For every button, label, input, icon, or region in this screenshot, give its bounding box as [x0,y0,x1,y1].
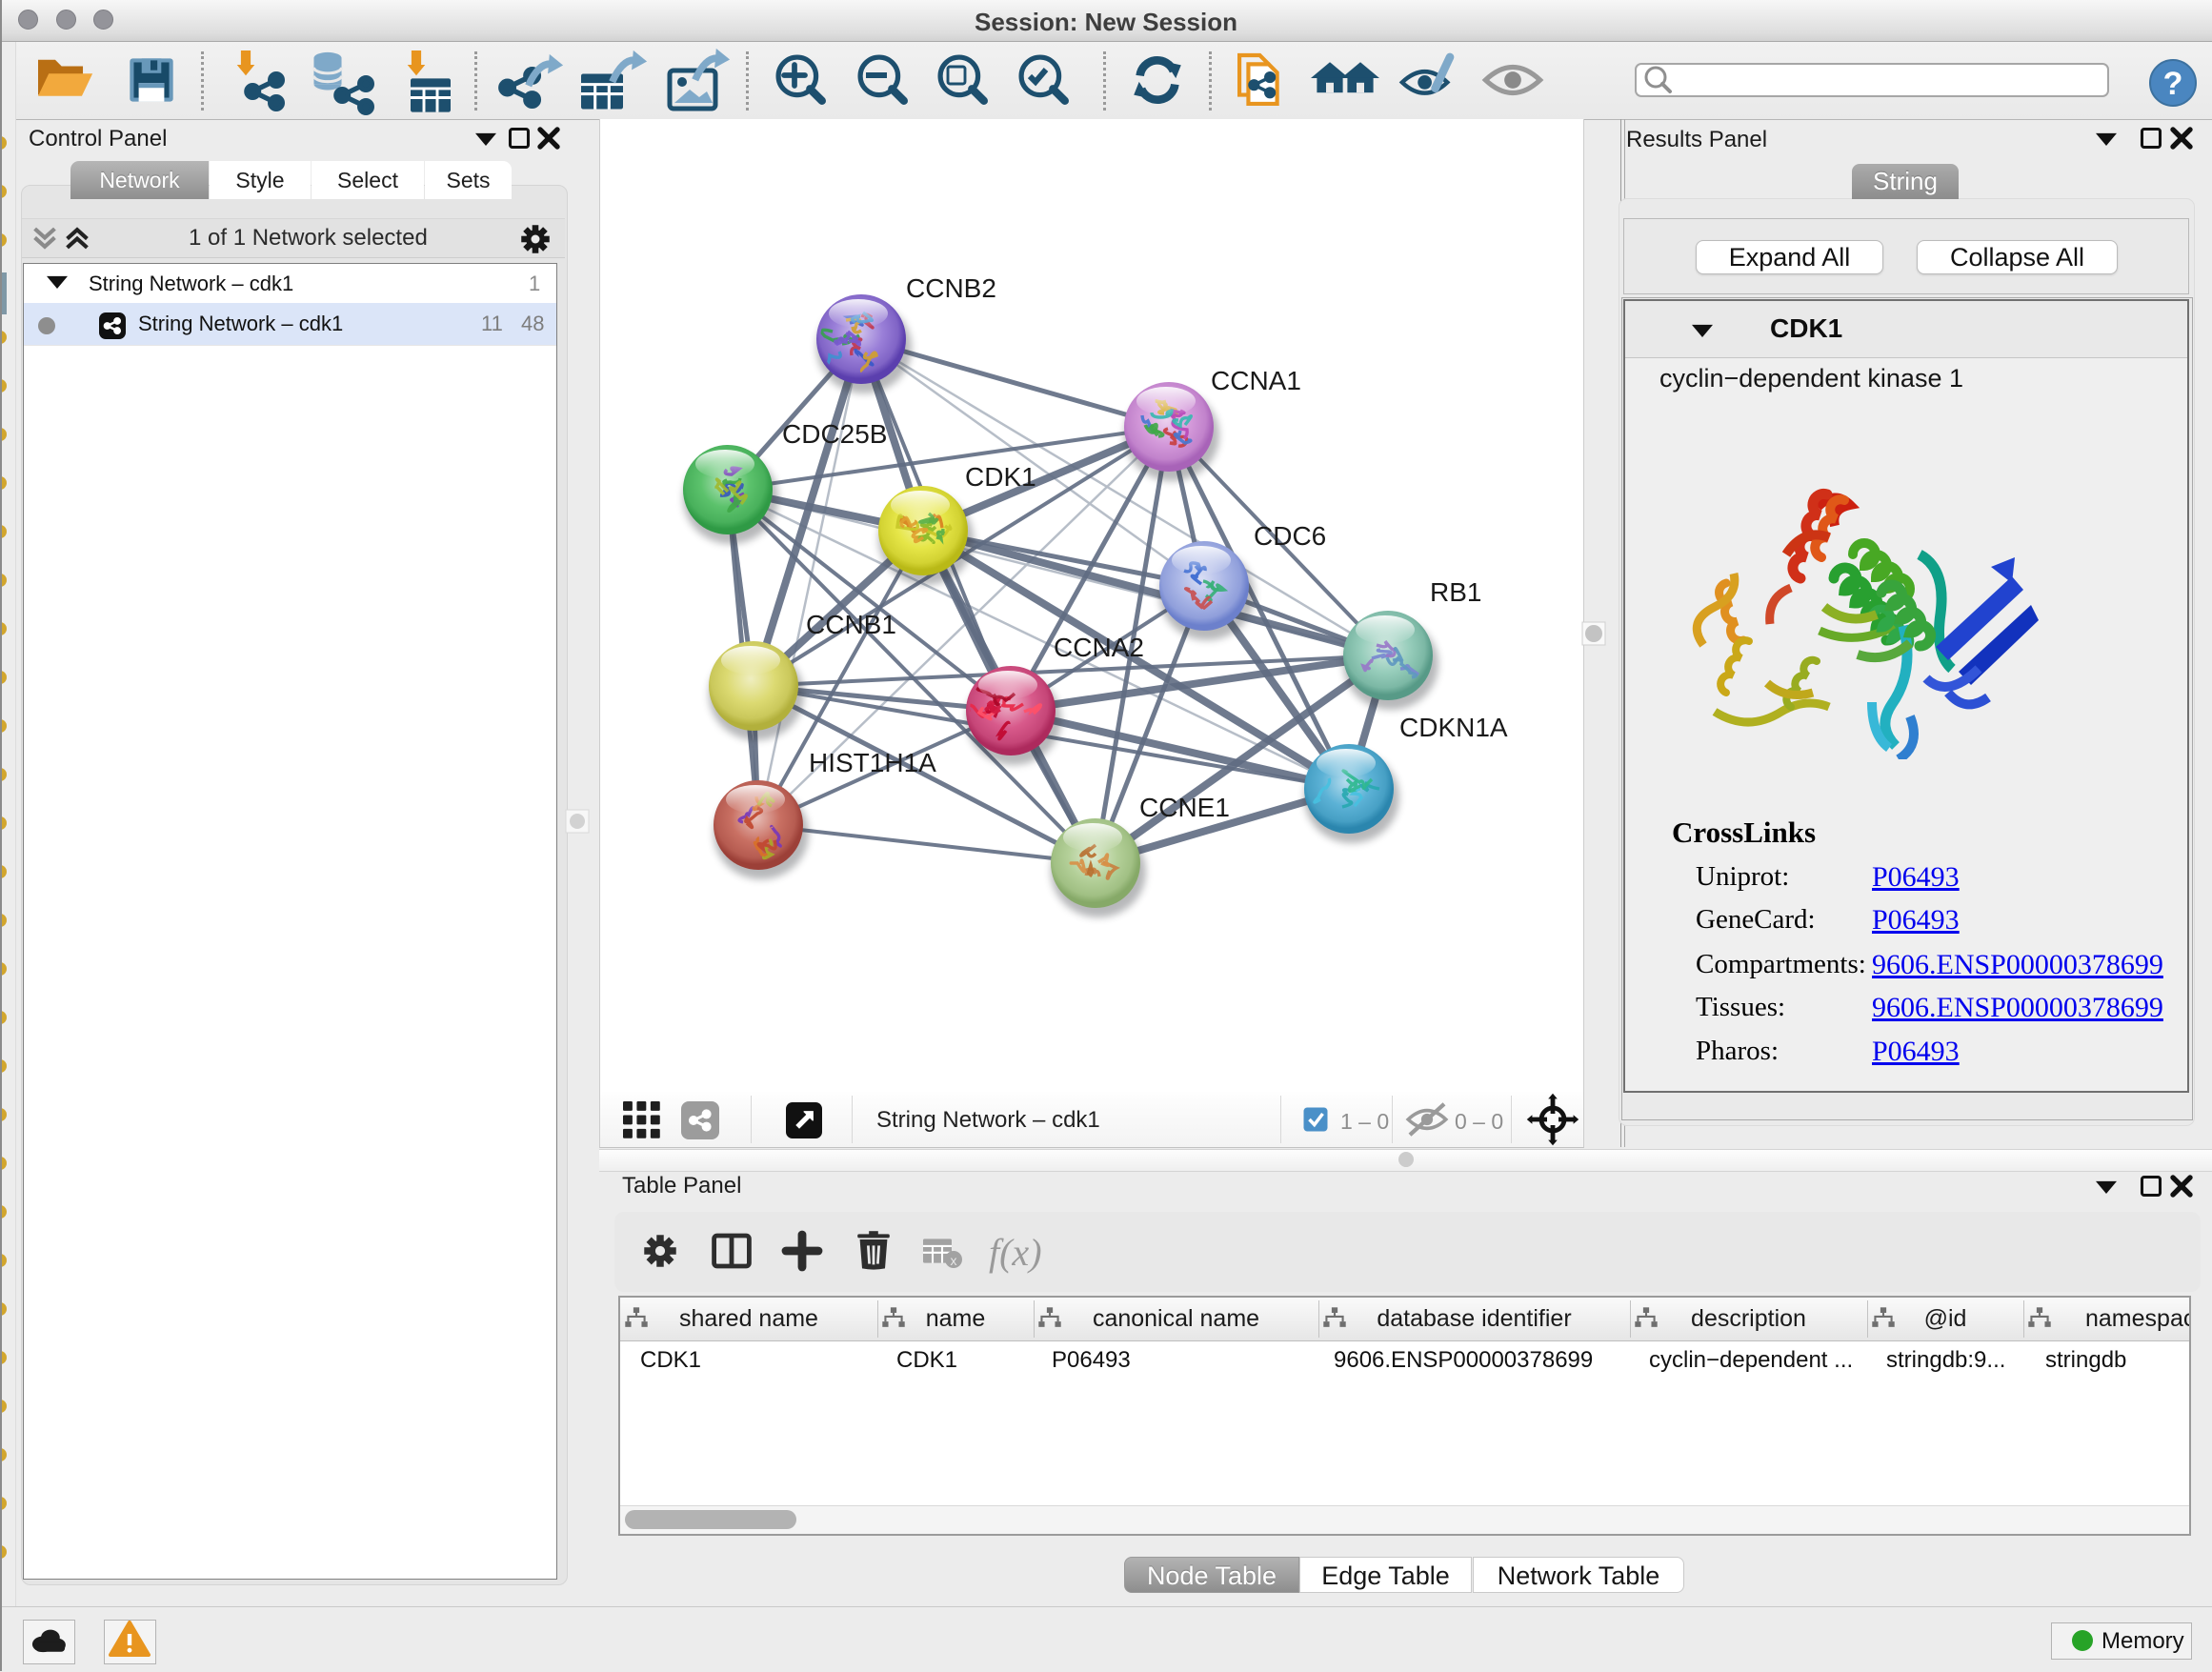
svg-text:CDC6: CDC6 [1254,521,1326,551]
svg-text:CDK1: CDK1 [965,462,1036,492]
svg-text:CDC25B: CDC25B [782,419,887,449]
svg-text:CCNB2: CCNB2 [906,273,996,303]
svg-text:CCNA1: CCNA1 [1211,366,1301,395]
svg-text:CCNE1: CCNE1 [1139,793,1230,822]
svg-text:?: ? [2163,66,2183,102]
svg-text:CCNB1: CCNB1 [806,610,896,639]
svg-text:RB1: RB1 [1430,577,1481,607]
svg-text:CCNA2: CCNA2 [1054,633,1144,662]
svg-text:CDKN1A: CDKN1A [1399,713,1508,742]
svg-text:HIST1H1A: HIST1H1A [809,748,936,777]
